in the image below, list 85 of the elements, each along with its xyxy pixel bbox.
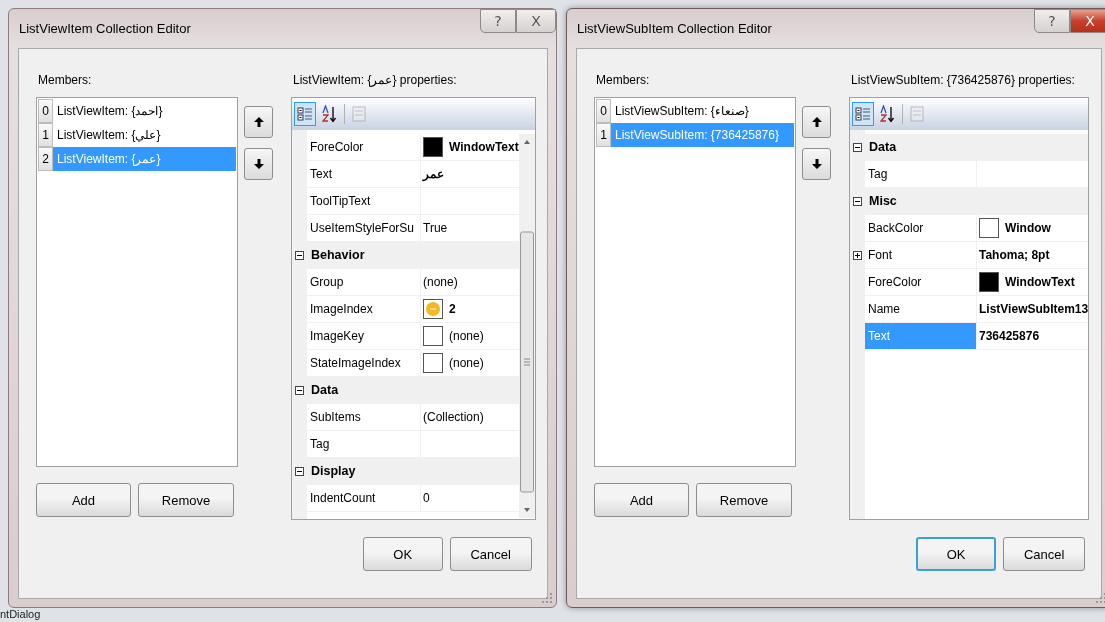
categorized-icon [297, 106, 313, 122]
ok-button[interactable]: OK [362, 537, 443, 571]
property-name[interactable]: Font [865, 242, 977, 268]
sort-icon [322, 105, 338, 123]
ok-button[interactable]: OK [916, 537, 997, 571]
property-value[interactable]: (Collection) [423, 410, 484, 424]
arrow-up-icon [811, 116, 822, 128]
move-up-button[interactable] [802, 106, 831, 138]
arrow-down-icon [253, 158, 264, 170]
window-title: ListViewSubItem Collection Editor [576, 20, 773, 36]
item-index: 1 [596, 123, 611, 147]
property-name[interactable]: Name [865, 296, 977, 322]
categorized-icon [855, 106, 871, 122]
category-label: Misc [868, 194, 897, 208]
arrow-down-icon [811, 158, 822, 170]
property-name[interactable]: ImageKey [307, 323, 421, 349]
property-value[interactable]: 2 [449, 302, 456, 316]
move-down-button[interactable] [802, 148, 831, 180]
property-value[interactable]: WindowText [1005, 275, 1075, 289]
property-name[interactable]: IndentCount [307, 485, 421, 511]
property-value[interactable]: (none) [423, 275, 458, 289]
remove-button[interactable]: Remove [696, 483, 792, 517]
help-button[interactable]: ? [480, 9, 516, 33]
property-value[interactable]: ListViewSubItem13 [979, 302, 1089, 316]
members-label: Members: [38, 72, 93, 88]
property-name[interactable]: Text [307, 161, 421, 187]
add-button[interactable]: Add [36, 483, 131, 517]
item-index: 0 [38, 99, 53, 123]
property-value[interactable]: WindowText [449, 140, 519, 154]
remove-button[interactable]: Remove [138, 483, 234, 517]
property-value[interactable]: Tahoma; 8pt [979, 248, 1050, 262]
property-name[interactable]: Group [307, 269, 421, 295]
property-value[interactable]: عمر [423, 167, 444, 181]
collapse-icon[interactable] [295, 385, 304, 395]
property-name[interactable]: BackColor [865, 215, 977, 241]
close-button[interactable]: X [1070, 9, 1105, 33]
property-value[interactable]: (none) [449, 356, 484, 370]
property-name[interactable]: Tag [865, 161, 977, 187]
move-up-button[interactable] [244, 106, 273, 138]
property-value[interactable]: Window [1005, 221, 1051, 235]
property-value[interactable]: 736425876 [979, 329, 1040, 343]
property-name[interactable]: UseItemStyleForSu [307, 215, 421, 241]
scrollbar[interactable] [518, 134, 535, 518]
property-value[interactable]: (none) [449, 329, 484, 343]
category-label: Behavior [310, 248, 365, 262]
window-title: ListViewItem Collection Editor [18, 20, 192, 36]
collapse-icon[interactable] [295, 250, 304, 260]
cancel-button[interactable]: Cancel [449, 537, 532, 571]
property-value[interactable]: True [423, 221, 448, 235]
category-label: Display [310, 464, 356, 478]
property-pages-icon [910, 106, 924, 122]
arrow-up-icon [253, 116, 264, 128]
property-value[interactable]: 0 [423, 491, 430, 505]
size-grip-icon[interactable] [1096, 593, 1105, 603]
item-index: 1 [38, 123, 53, 147]
properties-label: ListViewSubItem: {736425876} properties: [851, 72, 1076, 88]
collapse-icon[interactable] [295, 466, 304, 476]
size-grip-icon[interactable] [542, 593, 552, 603]
property-name[interactable]: StateImageIndex [307, 350, 421, 376]
property-pages-icon [352, 106, 366, 122]
collapse-icon[interactable] [853, 196, 862, 206]
add-button[interactable]: Add [594, 483, 689, 517]
expand-icon[interactable] [853, 250, 862, 260]
category-label: Data [310, 383, 339, 397]
properties-label: ListViewItem: {عمر} properties: [293, 72, 458, 88]
members-label: Members: [596, 72, 651, 88]
category-label: Data [868, 140, 897, 154]
property-name[interactable]: ForeColor [307, 134, 421, 160]
sort-icon [880, 105, 896, 123]
close-button[interactable]: X [516, 9, 556, 33]
member-item[interactable]: ListViewItem: {علي} [53, 123, 236, 147]
move-down-button[interactable] [244, 148, 273, 180]
item-index: 2 [38, 147, 53, 171]
collapse-icon[interactable] [853, 142, 862, 152]
cancel-button[interactable]: Cancel [1003, 537, 1086, 571]
property-name[interactable]: SubItems [307, 404, 421, 430]
item-index: 0 [596, 99, 611, 123]
help-button[interactable]: ? [1034, 9, 1070, 33]
member-item[interactable]: ListViewSubItem: {صنعاء} [611, 99, 794, 123]
member-item[interactable]: ListViewItem: {احمد} [53, 99, 236, 123]
property-name[interactable]: Tag [307, 431, 421, 457]
property-name[interactable]: ImageIndex [307, 296, 421, 322]
property-name[interactable]: ToolTipText [307, 188, 421, 214]
background-text: ntDialog [0, 608, 41, 621]
property-name[interactable]: ForeColor [865, 269, 977, 295]
